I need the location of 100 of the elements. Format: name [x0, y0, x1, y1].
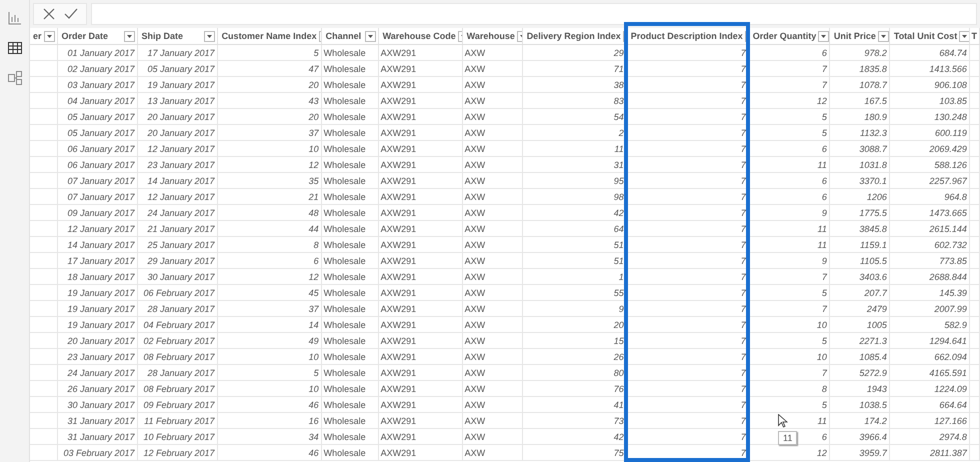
dropdown-icon[interactable] [959, 30, 968, 42]
table-cell: 23 January 2017 [137, 156, 218, 172]
column-header[interactable]: Customer Name Index [217, 28, 322, 44]
table-icon[interactable] [6, 40, 22, 56]
table-cell: 7 [626, 332, 748, 348]
column-header[interactable]: Order Quantity [748, 28, 830, 44]
table-cell: 31 January 2017 [57, 428, 138, 444]
dropdown-icon[interactable] [204, 30, 215, 42]
formula-field[interactable] [91, 3, 977, 25]
table-cell: 5 [748, 284, 830, 300]
commit-button[interactable] [64, 7, 78, 21]
dropdown-icon[interactable] [124, 30, 135, 42]
table-cell: AXW291 [378, 60, 462, 76]
dropdown-icon[interactable] [44, 30, 54, 42]
table-cell: Wholesale [321, 364, 378, 380]
column-header[interactable]: Warehouse [462, 28, 522, 44]
table-cell: AXW [462, 364, 522, 380]
table-cell: 42 [522, 428, 626, 444]
table-cell: 03 February 2017 [57, 444, 138, 460]
column-header[interactable]: Unit Price [829, 28, 890, 44]
table-cell: 13 January 2017 [137, 92, 218, 108]
column-header[interactable]: Ship Date [137, 28, 218, 44]
table-cell: 26 [522, 348, 626, 364]
table-cell: 7 [626, 444, 748, 460]
table-cell: 31 [522, 156, 626, 172]
table-cell: 7 [626, 396, 748, 412]
table-cell: Wholesale [321, 332, 378, 348]
table-cell: 20 January 2017 [57, 332, 138, 348]
table-cell: 46 [217, 396, 322, 412]
table-cell: 7 [626, 412, 748, 428]
table-cell: AXW [462, 44, 522, 60]
table-cell: 17 January 2017 [137, 44, 218, 60]
table-cell: 6 [748, 140, 830, 156]
table-cell: AXW291 [378, 44, 462, 60]
table-cell: AXW [462, 300, 522, 316]
column-header[interactable]: Channel [321, 28, 378, 44]
table-cell: 2069.429 [889, 140, 970, 156]
table-cell: 3403.6 [829, 268, 890, 284]
table-cell: 31 January 2017 [57, 412, 138, 428]
table-cell: AXW [462, 108, 522, 124]
table-cell: 09 January 2017 [57, 204, 138, 220]
table-cell: 1224.09 [889, 380, 970, 396]
table-cell: 28 January 2017 [137, 300, 218, 316]
table-cell: 64 [522, 220, 626, 236]
table-cell: 1775.5 [829, 204, 890, 220]
table-cell: 9 [522, 300, 626, 316]
table-cell: Wholesale [321, 44, 378, 60]
dropdown-icon[interactable] [818, 30, 828, 42]
table-cell: AXW291 [378, 284, 462, 300]
table-cell: 42 [522, 204, 626, 220]
table-cell: 2479 [829, 300, 890, 316]
table-cell: AXW291 [378, 188, 462, 204]
table-cell: AXW [462, 124, 522, 140]
table-cell: 2688.844 [889, 268, 970, 284]
table-cell: 14 [217, 316, 322, 332]
table-cell: 2007.99 [889, 300, 970, 316]
bar-chart-icon[interactable] [6, 10, 22, 26]
dropdown-icon[interactable] [878, 30, 888, 42]
table-cell: 46 [217, 444, 322, 460]
table-cell: 7 [626, 60, 748, 76]
table-cell: 5 [217, 44, 322, 60]
column-header[interactable]: er [30, 28, 57, 44]
table-cell: Wholesale [321, 76, 378, 92]
table-cell: AXW291 [378, 444, 462, 460]
table-cell: 5 [748, 396, 830, 412]
table-cell: AXW [462, 140, 522, 156]
column-header[interactable]: Order Date [57, 28, 138, 44]
table-cell: 14 January 2017 [57, 236, 138, 252]
table-cell: 24 January 2017 [57, 364, 138, 380]
cancel-button[interactable] [42, 7, 56, 21]
table-cell: 7 [626, 236, 748, 252]
table-cell: 11 [748, 236, 830, 252]
dropdown-icon[interactable] [364, 30, 376, 42]
table-cell: 29 January 2017 [137, 252, 218, 268]
table-cell: 19 January 2017 [137, 76, 218, 92]
table-cell: 26 January 2017 [57, 380, 138, 396]
table-cell: 43 [217, 92, 322, 108]
table-cell: 7 [626, 252, 748, 268]
table-cell: AXW291 [378, 364, 462, 380]
table-cell: 19 January 2017 [57, 316, 138, 332]
column-header[interactable]: Total Unit Cost [889, 28, 970, 44]
table-cell: Wholesale [321, 252, 378, 268]
column-header[interactable]: T [969, 28, 980, 44]
table-cell: 7 [626, 156, 748, 172]
table-cell: 12 January 2017 [57, 220, 138, 236]
table-cell: 20 January 2017 [137, 124, 218, 140]
table-cell: 30 January 2017 [57, 396, 138, 412]
table-cell: Wholesale [321, 428, 378, 444]
table-cell: AXW291 [378, 316, 462, 332]
table-cell: 1105.5 [829, 252, 890, 268]
table-cell: 12 [748, 92, 830, 108]
table-cell: AXW291 [378, 236, 462, 252]
column-header[interactable]: Warehouse Code [378, 28, 462, 44]
table-cell: 1038.5 [829, 396, 890, 412]
table-cell: 21 January 2017 [137, 220, 218, 236]
table-cell: 55 [522, 284, 626, 300]
table-cell: 7 [626, 268, 748, 284]
table-cell: 06 January 2017 [57, 156, 138, 172]
table-cell: 7 [626, 92, 748, 108]
model-icon[interactable] [6, 70, 22, 86]
